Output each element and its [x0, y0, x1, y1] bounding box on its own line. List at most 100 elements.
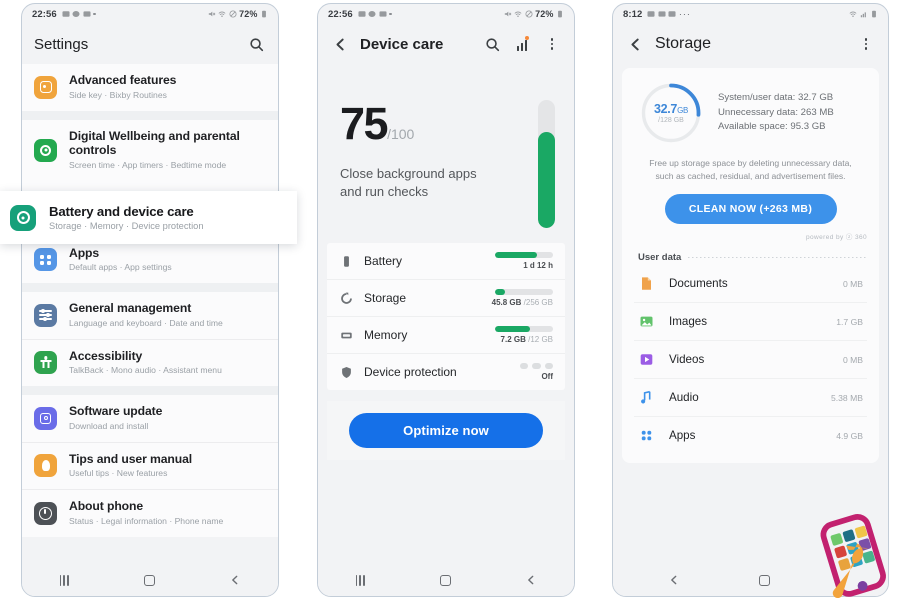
- sidebar-item-accessibility[interactable]: Accessibility TalkBack · Mono audio · As…: [22, 338, 278, 386]
- score-value: 75: [340, 98, 389, 149]
- apps-grid-icon: [638, 427, 655, 444]
- list-item-subtitle: TalkBack · Mono audio · Assistant menu: [69, 365, 222, 375]
- file-size: 4.9 GB: [836, 430, 863, 441]
- battery-icon: [558, 10, 562, 18]
- sidebar-item-about-phone[interactable]: About phone Status · Legal information ·…: [22, 489, 278, 537]
- list-item-documents[interactable]: Documents 0 MB: [634, 265, 867, 302]
- detail-unnecessary-data: Unnecessary data: 263 MB: [718, 106, 834, 118]
- list-item-subtitle: Language and keyboard · Date and time: [69, 317, 223, 328]
- score-max: /100: [387, 126, 415, 142]
- list-item-subtitle: Screen time · App timers · Bedtime mode: [69, 159, 227, 170]
- file-size: 0 MB: [842, 278, 863, 289]
- system-nav-bar[interactable]: [22, 564, 278, 596]
- highlight-title: Battery and device care: [49, 204, 194, 220]
- list-item-title: Apps: [69, 245, 100, 260]
- row-bar: [495, 289, 553, 295]
- status-system-icons: [849, 10, 878, 18]
- status-bar: 22:56 72%: [22, 4, 278, 24]
- storage-details: System/user data: 32.7 GB Unnecessary da…: [718, 91, 834, 135]
- detail-available-space: Available space: 95.3 GB: [718, 121, 826, 133]
- gallery-icon: [647, 11, 655, 17]
- user-data-list[interactable]: Documents 0 MB Images 1.7 GB Videos 0 MB: [634, 265, 867, 454]
- system-nav-bar[interactable]: [318, 564, 574, 596]
- wifi-icon: [218, 11, 226, 17]
- app-bar-device-care: Device care: [318, 24, 574, 64]
- page-title: Device care: [360, 35, 444, 53]
- overflow-menu-icon[interactable]: [542, 34, 562, 54]
- group-divider: [22, 386, 278, 395]
- user-data-label: User data: [638, 252, 682, 263]
- gallery-icon: [358, 11, 366, 17]
- phone-wrench-logo: [820, 513, 886, 598]
- software-update-icon: [34, 406, 57, 430]
- back-icon[interactable]: [669, 575, 679, 585]
- list-item-battery[interactable]: Battery 1 d 12 h: [327, 243, 565, 279]
- mail-icon: [83, 11, 91, 17]
- device-care-list[interactable]: Battery 1 d 12 h Storage 45.8 GB /256 GB: [327, 243, 565, 390]
- document-icon: [638, 275, 655, 292]
- back-icon[interactable]: [330, 34, 350, 54]
- list-item-title: Digital Wellbeing and parental controls: [69, 128, 240, 158]
- about-phone-icon: [34, 501, 57, 525]
- file-size: 5.38 MB: [830, 392, 863, 403]
- overflow-menu-icon[interactable]: [856, 34, 876, 54]
- score-gauge: [538, 100, 555, 228]
- list-item-subtitle: Side key · Bixby Routines: [69, 89, 167, 100]
- status-bar: 22:56 72%: [318, 4, 574, 24]
- phone-storage: 8:12 ··· Storage 32.7GB /128 GB System/u…: [612, 3, 889, 597]
- gallery-icon: [62, 11, 70, 17]
- list-item-title: Tips and user manual: [69, 451, 193, 466]
- settings-list[interactable]: Advanced features Side key · Bixby Routi…: [22, 64, 278, 564]
- list-item-device-protection[interactable]: Device protection Off: [327, 353, 565, 390]
- list-item-audio[interactable]: Audio 5.38 MB: [634, 378, 867, 416]
- sidebar-item-software-update[interactable]: Software update Download and install: [22, 395, 278, 442]
- sidebar-item-general-management[interactable]: General management Language and keyboard…: [22, 292, 278, 339]
- settings-group-4: General management Language and keyboard…: [22, 292, 278, 386]
- battery-percent-label: 72%: [239, 9, 258, 19]
- list-item-images[interactable]: Images 1.7 GB: [634, 302, 867, 340]
- bar-chart-icon[interactable]: [512, 34, 532, 54]
- status-system-icons: 72%: [208, 9, 268, 19]
- list-item-subtitle: Useful tips · New features: [69, 468, 168, 478]
- search-icon[interactable]: [246, 34, 266, 54]
- sidebar-item-advanced-features[interactable]: Advanced features Side key · Bixby Routi…: [22, 64, 278, 111]
- home-icon[interactable]: [759, 574, 770, 586]
- sidebar-item-tips[interactable]: Tips and user manual Useful tips · New f…: [22, 441, 278, 489]
- row-label: Memory: [364, 328, 408, 342]
- score-gauge-fill: [538, 132, 555, 228]
- home-icon[interactable]: [440, 574, 452, 586]
- clean-now-button[interactable]: CLEAN NOW (+263 MB): [664, 194, 837, 224]
- search-icon[interactable]: [482, 34, 502, 54]
- row-label: Storage: [364, 291, 407, 305]
- protection-dots: [519, 363, 553, 369]
- storage-ring-gauge: 32.7GB /128 GB: [640, 82, 702, 144]
- ring-used-value: 32.7GB: [653, 102, 689, 116]
- home-icon[interactable]: [144, 574, 156, 586]
- recents-icon[interactable]: [355, 574, 366, 586]
- back-icon[interactable]: [230, 575, 240, 585]
- battery-device-care-icon: [10, 204, 36, 231]
- sidebar-item-digital-wellbeing[interactable]: Digital Wellbeing and parental controls …: [22, 119, 278, 181]
- row-label: Battery: [364, 254, 403, 268]
- device-care-score-panel: 75/100 Close background apps and run che…: [318, 64, 574, 239]
- ring-total-value: /128 GB: [658, 117, 684, 124]
- battery-icon: [262, 10, 266, 18]
- list-item-memory[interactable]: Memory 7.2 GB /12 GB: [327, 316, 565, 353]
- tips-icon: [34, 454, 57, 478]
- back-icon[interactable]: [526, 575, 536, 585]
- recents-icon[interactable]: [59, 574, 70, 586]
- powered-by-label: powered by ⓩ 360: [806, 234, 867, 241]
- back-icon[interactable]: [625, 34, 645, 54]
- storage-summary-card: 32.7GB /128 GB System/user data: 32.7 GB…: [622, 68, 879, 463]
- highlighted-battery-device-care-row[interactable]: Battery and device care Storage · Memory…: [0, 191, 297, 244]
- optimize-now-button[interactable]: Optimize now: [349, 413, 543, 448]
- memory-icon: [339, 329, 353, 342]
- list-item-apps[interactable]: Apps 4.9 GB: [634, 416, 867, 454]
- group-divider: [22, 110, 278, 120]
- row-bar: [495, 326, 553, 332]
- list-item-storage[interactable]: Storage 45.8 GB /256 GB: [327, 279, 565, 316]
- list-item-videos[interactable]: Videos 0 MB: [634, 340, 867, 378]
- battery-percent-label: 72%: [535, 9, 554, 19]
- file-name: Apps: [669, 429, 696, 442]
- status-time: 8:12: [623, 8, 643, 20]
